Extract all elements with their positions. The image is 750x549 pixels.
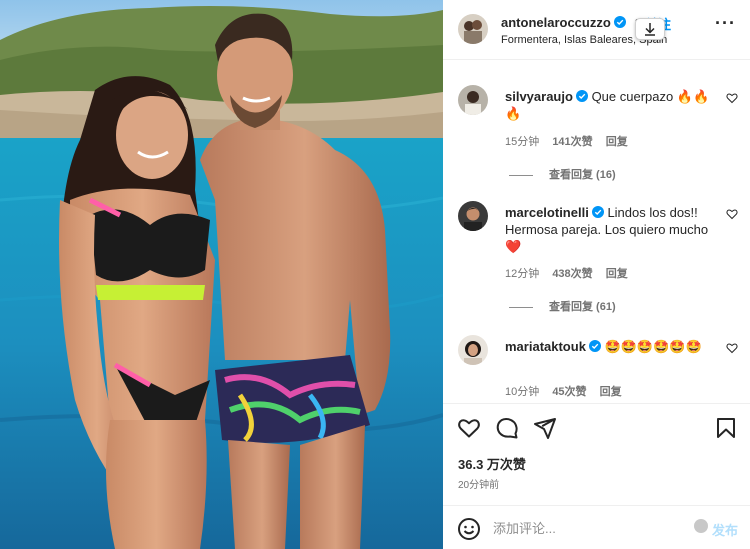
post-sidebar: antonelaroccuzzo • 关注 Formentera, Islas … <box>443 0 750 549</box>
replies-line <box>509 174 533 176</box>
more-icon: ··· <box>715 13 736 33</box>
verified-badge-icon <box>575 90 588 102</box>
comment-like-icon[interactable] <box>726 92 738 104</box>
commenter-username[interactable]: mariataktouk <box>505 339 586 354</box>
comment-likes[interactable]: 141次赞 <box>552 136 592 148</box>
verified-badge-icon <box>613 16 626 28</box>
likes-count[interactable]: 36.3 万次赞 <box>458 454 526 473</box>
commenter-avatar[interactable] <box>458 85 488 115</box>
post-header: antonelaroccuzzo • 关注 Formentera, Islas … <box>443 0 750 60</box>
view-replies-button[interactable]: 查看回复 (16) <box>509 166 616 182</box>
author-username[interactable]: antonelaroccuzzo <box>501 15 626 30</box>
commenter-avatar[interactable] <box>458 335 488 365</box>
commenter-avatar[interactable] <box>458 201 488 231</box>
comment-text-block: mariataktouk 🤩🤩🤩🤩🤩🤩 <box>505 338 720 355</box>
comment-input[interactable] <box>493 516 683 540</box>
replies-line <box>509 306 533 308</box>
heart-icon[interactable] <box>457 416 481 440</box>
download-icon <box>645 23 655 36</box>
comment-text-block: marcelotinelli Lindos los dos!! Hermosa … <box>505 204 720 255</box>
view-replies-label[interactable]: 查看回复 (61) <box>549 301 616 313</box>
view-replies-button[interactable]: 查看回复 (61) <box>509 298 616 314</box>
post-photo[interactable] <box>0 0 443 549</box>
post-timestamp[interactable]: 20分钟前 <box>458 476 499 491</box>
bookmark-icon[interactable] <box>714 416 738 440</box>
author-username-text[interactable]: antonelaroccuzzo <box>501 15 611 30</box>
comment-likes[interactable]: 438次赞 <box>552 268 592 280</box>
post-comment-button[interactable]: 发布 <box>712 520 738 539</box>
comment-text: 🤩🤩🤩🤩🤩🤩 <box>604 339 702 354</box>
commenter-username[interactable]: marcelotinelli <box>505 205 589 220</box>
emoji-icon[interactable] <box>457 517 481 541</box>
comment-text-block: silvyaraujo Que cuerpazo 🔥🔥🔥 <box>505 88 720 122</box>
comment-time: 12分钟 <box>505 268 540 280</box>
comment-like-icon[interactable] <box>726 342 738 354</box>
comment-likes[interactable]: 45次赞 <box>552 386 586 398</box>
comment-meta: 15分钟 141次赞 回复 <box>505 133 638 149</box>
comment-icon[interactable] <box>495 416 519 440</box>
comment-reply-button[interactable]: 回复 <box>606 268 628 280</box>
comment-time: 15分钟 <box>505 136 540 148</box>
comment-meta: 10分钟 45次赞 回复 <box>505 383 632 399</box>
author-avatar[interactable] <box>458 14 488 44</box>
commenter-username[interactable]: silvyaraujo <box>505 89 573 104</box>
verified-badge-icon <box>588 340 601 352</box>
watermark-logo <box>694 519 708 533</box>
comment-like-icon[interactable] <box>726 208 738 220</box>
verified-badge-icon <box>591 206 604 218</box>
view-replies-label[interactable]: 查看回复 (16) <box>549 169 616 181</box>
more-options-button[interactable]: ··· <box>715 13 736 33</box>
comment-meta: 12分钟 438次赞 回复 <box>505 265 638 281</box>
comment-time: 10分钟 <box>505 386 540 398</box>
add-comment-bar: 发布 <box>443 505 750 549</box>
comment-list[interactable]: silvyaraujo Que cuerpazo 🔥🔥🔥 15分钟 141次赞 … <box>443 61 750 403</box>
download-button[interactable] <box>635 18 665 40</box>
comment-reply-button[interactable]: 回复 <box>600 386 622 398</box>
comment-reply-button[interactable]: 回复 <box>606 136 628 148</box>
post-actions-bar <box>443 403 750 453</box>
share-icon[interactable] <box>533 416 557 440</box>
